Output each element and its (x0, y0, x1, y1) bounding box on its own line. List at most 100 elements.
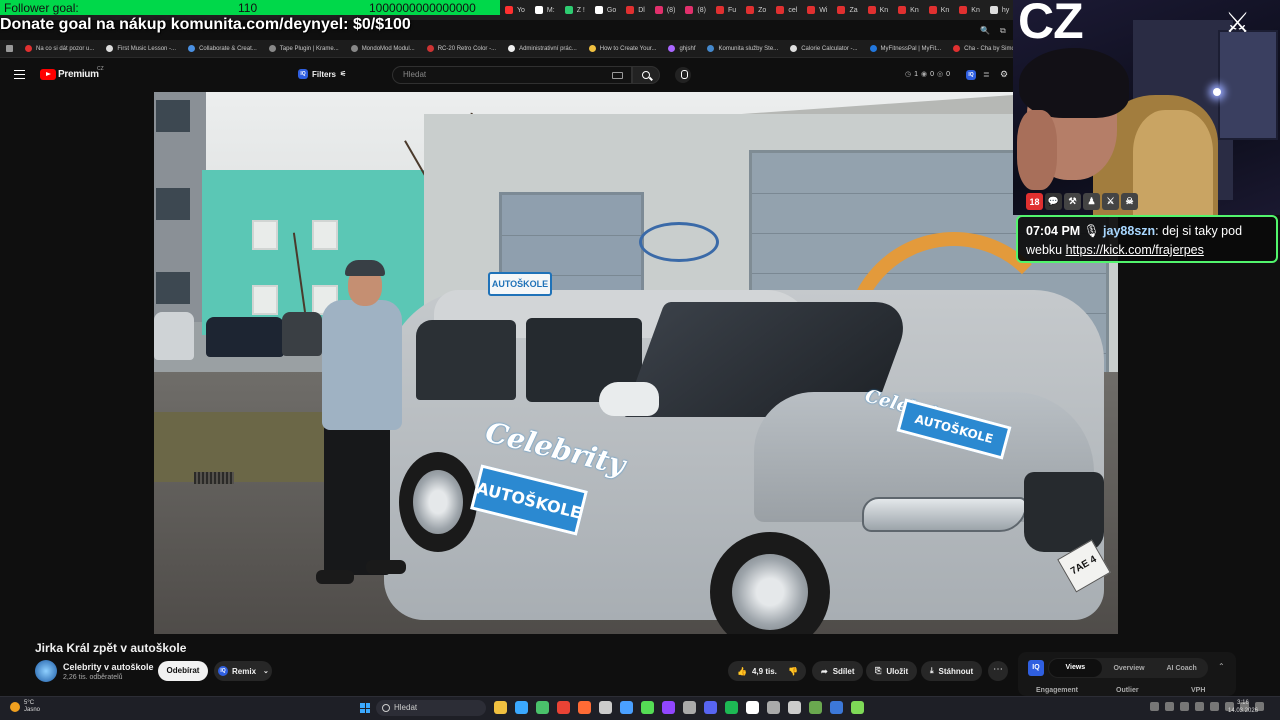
taskbar-app-icon[interactable] (746, 701, 759, 714)
browser-tab[interactable]: Dl (621, 0, 650, 20)
tab-label: Kn (971, 6, 980, 14)
taskbar-clock[interactable]: 3:16 14.03.2026 (1228, 699, 1258, 715)
bookmark-item[interactable]: MyFitnessPal | MyFit... (864, 45, 948, 52)
bookmark-favicon-icon (869, 45, 877, 52)
cast-icon[interactable]: ⧉ (1000, 26, 1006, 36)
taskbar-app-icon[interactable] (515, 701, 528, 714)
bookmark-item[interactable]: Calorie Calculator -... (784, 45, 863, 52)
iq-header-icon[interactable]: IQ (966, 70, 976, 80)
extension-icon[interactable]: ⚙ (1000, 69, 1008, 80)
taskbar-app-icon[interactable] (704, 701, 717, 714)
browser-tab[interactable]: M: (530, 0, 560, 20)
download-button[interactable]: ⤓ Stáhnout (921, 661, 983, 681)
save-button[interactable]: ⎘ Uložit (866, 661, 918, 681)
hamburger-menu-icon[interactable] (14, 70, 25, 79)
voice-search-button[interactable] (675, 67, 691, 83)
thumbs-up-icon: 👍 (737, 666, 747, 676)
tab-favicon-icon (505, 6, 513, 14)
browser-tab[interactable]: Go (590, 0, 621, 20)
browser-tab[interactable]: Za (832, 0, 862, 20)
bookmark-item[interactable]: Komunita služby Ste... (701, 45, 784, 52)
taskbar-app-icon[interactable] (536, 701, 549, 714)
bookmark-item[interactable]: First Music Lesson -... (100, 45, 182, 52)
taskbar-app-icon[interactable] (578, 701, 591, 714)
tab-overview[interactable]: Overview (1103, 665, 1156, 672)
chevron-up-icon[interactable]: ⌃ (1218, 662, 1225, 671)
youtube-logo-icon[interactable] (40, 69, 56, 80)
chat-link[interactable]: https://kick.com/frajerpes (1066, 243, 1204, 257)
browser-tab[interactable]: (8) (650, 0, 681, 20)
browser-tab[interactable]: Fu (711, 0, 741, 20)
search-button[interactable] (632, 66, 660, 84)
remix-button[interactable]: IQ Remix ⌄ (214, 661, 272, 681)
weather-icon (10, 702, 20, 712)
extension-stats[interactable]: ◷ 1 ◉ 0 ◎ 0 (905, 70, 950, 79)
apps-grid-icon[interactable] (0, 45, 19, 52)
tab-views[interactable]: Views (1049, 659, 1102, 677)
share-button[interactable]: ➦ Sdílet (812, 661, 864, 681)
bookmark-label: Calorie Calculator -... (801, 45, 858, 52)
chat-username[interactable]: jay88szn (1103, 224, 1155, 238)
bookmark-item[interactable]: Tape Plugin | Krame... (263, 45, 345, 52)
chat-message: 07:04 PM 🎙 jay88szn: dej si taky pod web… (1016, 215, 1278, 263)
bookmark-item[interactable]: Collaborate & Creat... (182, 45, 263, 52)
taskbar-app-icon[interactable] (662, 701, 675, 714)
subscribe-button[interactable]: Odebírat (158, 661, 208, 681)
bookmark-label: MyFitnessPal | MyFit... (880, 45, 942, 52)
bookmark-label: Tape Plugin | Krame... (279, 45, 339, 52)
more-actions-button[interactable]: ⋯ (988, 661, 1008, 681)
keyboard-icon[interactable] (612, 72, 623, 79)
bookmark-item[interactable]: RC-20 Retro Color -... (421, 45, 502, 52)
taskbar-search[interactable]: Hledat (376, 700, 486, 716)
bookmark-item[interactable]: Na co si dát pozor u... (19, 45, 100, 52)
taskbar-app-icon[interactable] (830, 701, 843, 714)
bookmark-label: ghjshf (679, 45, 696, 52)
browser-tab[interactable]: Kn (863, 0, 894, 20)
dislike-button[interactable]: 👎 (780, 661, 806, 681)
taskbar-app-icon[interactable] (725, 701, 738, 714)
browser-tab[interactable]: hy (985, 0, 1014, 20)
country-code: CZ (97, 66, 104, 72)
browser-tab[interactable]: (8) (680, 0, 711, 20)
taskbar-app-icon[interactable] (557, 701, 570, 714)
youtube-premium-brand[interactable]: Premium (58, 69, 99, 80)
bookmark-item[interactable]: Cha - Cha by Simon... (947, 45, 1020, 52)
channel-name[interactable]: Celebrity v autoškole (63, 662, 154, 672)
weather-widget[interactable]: 5°C Jasno (10, 700, 40, 714)
taskbar-app-icon[interactable] (494, 701, 507, 714)
browser-tab[interactable]: cel (771, 0, 802, 20)
taskbar-app-icon[interactable] (641, 701, 654, 714)
tab-label: cel (788, 6, 798, 14)
taskbar-app-icon[interactable] (788, 701, 801, 714)
taskbar-app-icon[interactable] (683, 701, 696, 714)
bookmark-item[interactable]: Administrativní prác... (502, 45, 583, 52)
browser-tab[interactable]: Yo (500, 0, 530, 20)
vidiq-logo-icon[interactable]: IQ (1028, 660, 1044, 676)
taskbar-app-icon[interactable] (767, 701, 780, 714)
video-player[interactable]: AUTOŠKOLE Celebrity AUTOŠKOLE Celebrity … (154, 92, 1118, 634)
browser-tab[interactable]: Z ! (560, 0, 590, 20)
chat-badge-icon: 18 (1026, 193, 1043, 210)
bookmark-item[interactable]: MondoMod Modul... (345, 45, 421, 52)
sliders-icon: ⚟ (340, 71, 347, 78)
bookmark-item[interactable]: ghjshf (662, 45, 701, 52)
list-icon[interactable]: ≣ (983, 70, 990, 79)
browser-tab[interactable]: Kn (924, 0, 955, 20)
clock-date: 14.03.2026 (1228, 708, 1259, 714)
search-input[interactable]: Hledat (392, 66, 632, 84)
browser-tab[interactable]: Kn (893, 0, 924, 20)
browser-tab[interactable]: Kn (954, 0, 985, 20)
taskbar-app-icon[interactable] (851, 701, 864, 714)
browser-tab[interactable]: Wi (802, 0, 832, 20)
tab-favicon-icon (685, 6, 694, 14)
taskbar-app-icon[interactable] (599, 701, 612, 714)
zoom-icon[interactable]: 🔍 (980, 26, 990, 36)
bookmark-item[interactable]: How to Create Your... (583, 45, 663, 52)
browser-tab[interactable]: Zo (741, 0, 771, 20)
tab-ai-coach[interactable]: AI Coach (1155, 665, 1208, 672)
taskbar-app-icon[interactable] (809, 701, 822, 714)
start-button[interactable] (360, 703, 370, 713)
filters-button[interactable]: IQ Filters ⚟ (298, 69, 346, 79)
channel-avatar[interactable] (35, 660, 57, 682)
taskbar-app-icon[interactable] (620, 701, 633, 714)
